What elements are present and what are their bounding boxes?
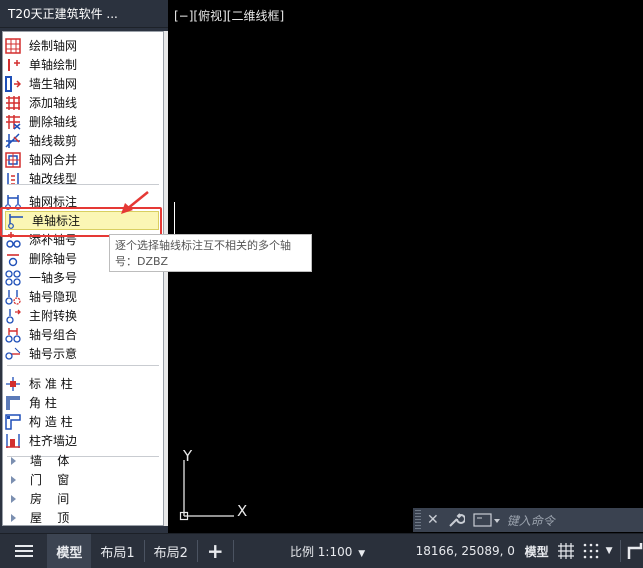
scale-value: 比例 1:100 [289, 544, 353, 559]
grid-draw-icon [5, 37, 23, 54]
separator [7, 365, 159, 366]
delete-number-icon [5, 251, 23, 267]
tool-item-label: 标 准 柱 [29, 377, 73, 391]
tool-item-label: 删除轴线 [29, 115, 78, 129]
group-number-icon [5, 327, 23, 343]
tool-item[interactable]: 标 准 柱 [3, 374, 163, 393]
tool-item-label: 墙生轴网 [29, 77, 78, 91]
viewport-label[interactable]: [−][俯视][二维线框] [174, 7, 284, 24]
toggle-number-icon [5, 289, 23, 305]
tool-item-label: 一轴多号 [29, 271, 78, 285]
tool-item[interactable]: 轴线裁剪 [3, 131, 163, 150]
tool-item-label: 轴网合并 [29, 153, 78, 167]
category-label: 屋 顶 [30, 511, 70, 525]
tab-layout1[interactable]: 布局1 [91, 534, 143, 568]
category-item[interactable]: 门 窗 [3, 470, 163, 489]
tooltip: 逐个选择轴线标注互不相关的多个轴 号：DZBZ [109, 234, 312, 272]
annotation-arrow-icon [121, 191, 149, 214]
tool-item-label: 删除轴号 [29, 252, 78, 266]
tool-item[interactable]: 轴改线型 [3, 169, 163, 188]
tool-item[interactable]: 角 柱 [3, 393, 163, 412]
struct-column-icon [5, 413, 23, 430]
chevron-down-icon[interactable]: ▼ [606, 546, 613, 556]
chevron-down-icon: ▼ [358, 548, 366, 559]
expand-arrow-icon [11, 513, 16, 522]
axis-y-label: Y [183, 447, 193, 465]
tool-item[interactable]: 轴号示意 [3, 344, 163, 363]
coordinate-readout: 18166, 25089, 0 [415, 544, 515, 558]
tool-item-label: 轴号组合 [29, 328, 78, 342]
close-icon[interactable]: ✕ [427, 512, 439, 528]
model-space-button[interactable]: 模型 [525, 543, 549, 560]
tool-item-label: 轴线裁剪 [29, 134, 78, 148]
command-prompt-icon[interactable] [473, 512, 501, 528]
status-bar: 模型 布局1 布局2 + 比例 1:100 ▼ 18166, 25089, 0 … [0, 533, 643, 568]
tooltip-line-1: 逐个选择轴线标注互不相关的多个轴 [115, 239, 291, 252]
tool-item[interactable]: 绘制轴网 [3, 36, 163, 55]
tool-item[interactable]: 轴号组合 [3, 325, 163, 344]
cursor-crosshair [174, 202, 175, 234]
tooltip-line-2: 号：DZBZ [115, 255, 169, 268]
tab-layout2[interactable]: 布局2 [145, 534, 197, 568]
single-axis-icon [5, 57, 23, 73]
add-axis-icon [5, 95, 23, 111]
tool-item[interactable]: 单轴绘制 [3, 55, 163, 74]
tool-item[interactable]: 柱齐墙边 [3, 431, 163, 450]
number-sample-icon [5, 346, 23, 362]
expand-arrow-icon [11, 475, 16, 484]
grid-icon[interactable] [557, 542, 574, 560]
tab-model[interactable]: 模型 [47, 534, 92, 568]
ortho-icon[interactable] [627, 542, 643, 560]
tool-item[interactable]: 构 造 柱 [3, 412, 163, 431]
axis-x-label: X [237, 502, 248, 520]
tool-item[interactable]: 墙生轴网 [3, 74, 163, 93]
tool-item-label: 轴号隐现 [29, 290, 78, 304]
category-item[interactable]: 房 间 [3, 489, 163, 508]
category-item[interactable]: 墙 体 [3, 451, 163, 470]
category-label: 墙 体 [30, 454, 70, 468]
tool-item[interactable]: 主附转换 [3, 306, 163, 325]
tool-item-label: 构 造 柱 [29, 415, 73, 429]
multi-number-icon [5, 269, 23, 286]
category-label: 房 间 [30, 492, 70, 506]
delete-axis-icon [5, 114, 23, 130]
tool-item-label: 绘制轴网 [29, 39, 78, 53]
category-item[interactable]: 屋 顶 [3, 508, 163, 525]
command-input[interactable]: 键入命令 [507, 512, 555, 529]
wrench-icon[interactable] [447, 511, 465, 529]
std-column-icon [5, 376, 23, 392]
scale-dropdown[interactable]: 比例 1:100 ▼ [290, 543, 365, 560]
expand-arrow-icon [11, 456, 16, 465]
tool-item[interactable]: 轴网合并 [3, 150, 163, 169]
command-bar: ✕ 键入命令 [413, 508, 643, 532]
panel-title[interactable]: T20天正建筑软件 ... [0, 0, 168, 28]
tool-item[interactable]: 添加轴线 [3, 93, 163, 112]
separator [7, 184, 159, 185]
divider [232, 540, 234, 562]
tool-list: 绘制轴网 单轴绘制 墙生轴网 添加轴线 删除轴线 轴线裁剪 轴网合并 轴改线型 轴网标注 单轴标注… [2, 31, 164, 526]
snap-dots-icon[interactable] [582, 542, 599, 560]
expand-arrow-icon [11, 494, 16, 503]
align-column-icon [5, 433, 23, 449]
divider [620, 540, 622, 562]
add-layout-button[interactable]: + [198, 534, 233, 568]
tool-item[interactable]: 轴号隐现 [3, 287, 163, 306]
grip-handle[interactable] [415, 510, 421, 530]
merge-grid-icon [5, 151, 23, 168]
trim-axis-icon [5, 132, 23, 149]
category-label: 门 窗 [30, 473, 70, 487]
menu-icon[interactable] [14, 543, 35, 559]
tool-item-label: 轴号示意 [29, 347, 78, 361]
panel-scrollbar[interactable] [164, 31, 168, 526]
corner-column-icon [5, 395, 23, 411]
convert-number-icon [5, 308, 23, 324]
tool-item-label: 主附转换 [29, 309, 78, 323]
tool-item[interactable]: 删除轴线 [3, 112, 163, 131]
wall-grid-icon [5, 75, 23, 92]
tool-item-label: 单轴绘制 [29, 58, 78, 72]
tool-item-label: 角 柱 [29, 396, 57, 410]
tool-item-label: 柱齐墙边 [29, 434, 78, 448]
tool-item-label: 添加轴线 [29, 96, 78, 110]
